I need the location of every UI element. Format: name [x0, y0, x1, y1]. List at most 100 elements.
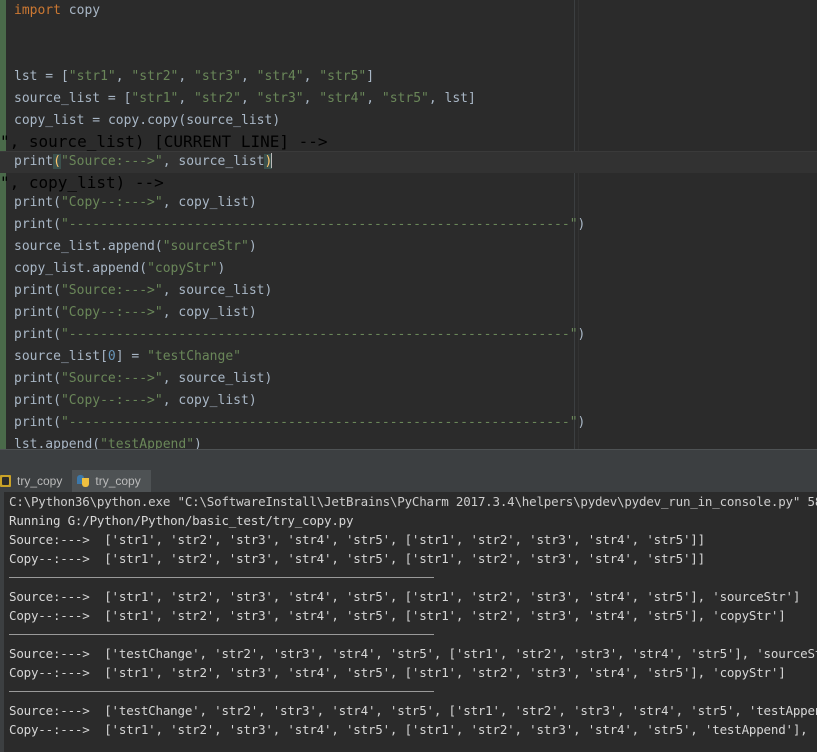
token-comma: , [303, 91, 320, 106]
code-line[interactable]: source_list.append("sourceStr") [0, 236, 817, 258]
token-paren-open: ( [53, 305, 61, 320]
token-comma: , [115, 69, 132, 84]
token-paren-close: ) [577, 415, 586, 430]
console-left-gutter [0, 492, 4, 752]
token-string: "str3" [256, 91, 304, 106]
console-line-output: Copy--:---> ['str1', 'str2', 'str3', 'st… [9, 551, 705, 566]
console-line-running: Running G:/Python/Python/basic_test/try_… [9, 513, 354, 528]
code-line[interactable]: print("Copy--:--->", copy_list) [0, 192, 817, 214]
code-line[interactable]: print("Copy--:--->", copy_list) [0, 302, 817, 324]
token-op-assign: = [123, 349, 148, 364]
code-line-blank[interactable] [0, 44, 817, 66]
token-string-copy-label: "Copy--:--->" [60, 195, 163, 210]
token-fn-print: print [14, 195, 54, 210]
console-line-output: Source:---> ['testChange', 'str2', 'str3… [9, 703, 817, 718]
token-paren-close: ) [264, 371, 273, 386]
token-paren-close: ) [577, 327, 586, 342]
token-var-source-list: source_list [14, 239, 101, 254]
token-var-copy-list: copy_list [178, 195, 249, 210]
token-paren-open: ( [53, 371, 61, 386]
token-var-copy-list: copy_list [14, 113, 85, 128]
token-comma: , [162, 305, 179, 320]
token-paren-close: ) [264, 283, 273, 298]
token-comma: , [241, 91, 257, 106]
code-line[interactable]: source_list[0] = "testChange" [0, 346, 817, 368]
token-bracket-open: [ [100, 349, 108, 364]
token-paren-open: ( [53, 327, 61, 342]
token-paren-close: ) [272, 113, 281, 128]
token-bracket-close: ] [468, 91, 476, 106]
code-lines[interactable]: import copy lst = ["str1", "str2", "str3… [0, 0, 817, 450]
code-line[interactable]: print("Copy--:--->", copy_list) [0, 390, 817, 412]
token-fn-print: print [14, 327, 54, 342]
token-paren-close: ) [248, 239, 257, 254]
token-string: "str2" [131, 69, 179, 84]
console-line-output: Source:---> ['str1', 'str2', 'str3', 'st… [9, 532, 705, 547]
code-line[interactable]: lst = ["str1", "str2", "str3", "str4", "… [0, 66, 817, 88]
token-string: "str2" [194, 91, 241, 106]
code-line[interactable]: copy_list.append("copyStr") [0, 258, 817, 280]
console-output[interactable]: C:\Python36\python.exe "C:\SoftwareInsta… [0, 492, 817, 752]
token-var-copy-list: copy_list [178, 305, 249, 320]
token-string: "str3" [194, 69, 242, 84]
token-fn-print: print [14, 217, 54, 232]
token-string-rule: "---------------------------------------… [60, 415, 578, 430]
code-line[interactable]: print("---------------------------------… [0, 412, 817, 434]
token-var-source-list: source_list [14, 91, 101, 106]
code-line[interactable]: source_list = ["str1", "str2", "str3", "… [0, 88, 817, 110]
token-bracket-close: ] [366, 69, 375, 84]
token-string-source-label: "Source:--->" [60, 283, 163, 298]
token-dot: . [139, 113, 148, 128]
console-tab-run-config[interactable]: try_copy [0, 470, 72, 492]
token-string-testchange: "testChange" [147, 349, 241, 364]
code-line[interactable]: print("Source:--->", source_list) [0, 368, 817, 390]
code-line[interactable]: print("Source:--->", source_list) [0, 280, 817, 302]
token-comma: , [162, 154, 179, 169]
code-line[interactable]: print("---------------------------------… [0, 214, 817, 236]
console-line-output: Source:---> ['str1', 'str2', 'str3', 'st… [9, 589, 801, 604]
console-line-output: Copy--:---> ['str1', 'str2', 'str3', 'st… [9, 722, 817, 737]
token-module-copy: copy [107, 113, 140, 128]
token-op-assign: = [ [37, 69, 69, 84]
token-string-source-label: "Source:--->" [60, 154, 163, 169]
panel-splitter[interactable] [0, 450, 817, 470]
code-line-current[interactable]: print("Source:--->", source_list) [0, 151, 817, 173]
token-fn-print: print [14, 371, 54, 386]
token-comma: , [178, 69, 195, 84]
console-icon [0, 474, 12, 488]
token-string: "str4" [319, 91, 367, 106]
code-editor[interactable]: import copy lst = ["str1", "str2", "str3… [0, 0, 817, 450]
token-fn-copy: copy [147, 113, 179, 128]
token-string-sourcestr: "sourceStr" [162, 239, 249, 254]
token-paren-close: ) [248, 393, 257, 408]
token-op-assign: = [ [100, 91, 132, 106]
token-paren-close: ) [217, 261, 226, 276]
token-string-copy-label: "Copy--:--->" [60, 393, 163, 408]
console-line-command: C:\Python36\python.exe "C:\SoftwareInsta… [9, 494, 817, 509]
token-var-source-list: source_list [14, 349, 101, 364]
console-tab-python-file[interactable]: try_copy [72, 470, 151, 492]
code-line[interactable]: import copy [0, 0, 817, 22]
token-keyword-import: import [14, 3, 61, 18]
console-tab-bar[interactable]: try_copy try_copy [0, 470, 817, 492]
token-comma: , [162, 393, 179, 408]
token-comma: , [366, 91, 382, 106]
token-comma: , [162, 371, 179, 386]
token-fn-print: print [14, 283, 54, 298]
console-separator-rule [0, 682, 817, 701]
token-comma: , [162, 195, 179, 210]
code-line[interactable]: print("---------------------------------… [0, 324, 817, 346]
token-paren-open-highlight: ( [53, 154, 61, 169]
code-line-blank[interactable] [0, 22, 817, 44]
code-line[interactable]: copy_list = copy.copy(source_list) [0, 110, 817, 132]
token-fn-print: print [14, 393, 54, 408]
token-comma: , [428, 91, 445, 106]
token-paren-close: ) [577, 217, 586, 232]
token-paren-open: ( [53, 415, 61, 430]
code-line[interactable]: lst.append("testAppend") [0, 434, 817, 450]
token-method-append: .append( [84, 261, 148, 276]
token-string: "str5" [319, 69, 367, 84]
token-number-index: 0 [107, 349, 116, 364]
token-string-source-label: "Source:--->" [60, 371, 163, 386]
